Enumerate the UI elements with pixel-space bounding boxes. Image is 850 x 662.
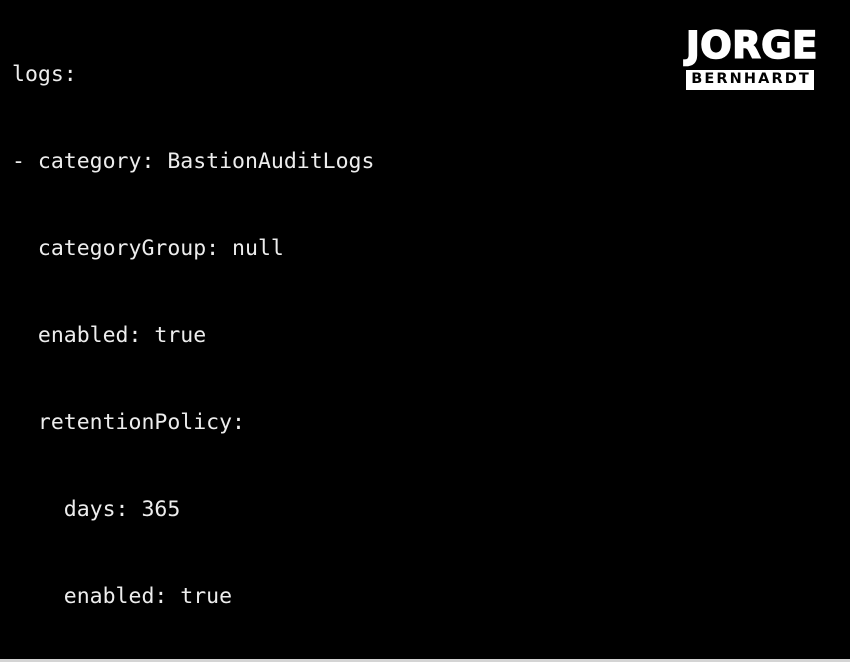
output-line: categoryGroup: null (12, 236, 284, 261)
terminal-window[interactable]: logs: - category: BastionAuditLogs categ… (0, 0, 850, 662)
terminal-output-text: logs: - category: BastionAuditLogs categ… (12, 2, 850, 662)
logo-secondary-wordmark: BERNHARDT (691, 71, 811, 87)
output-line: - category: BastionAuditLogs (12, 149, 375, 174)
output-line: enabled: true (12, 584, 233, 609)
output-line: retentionPolicy: (12, 410, 245, 435)
logo-secondary-bar: BERNHARDT (686, 70, 814, 90)
output-line: enabled: true (12, 323, 207, 348)
output-line: days: 365 (12, 497, 181, 522)
logo-primary-wordmark: JORGE (685, 24, 818, 67)
watermark-logo: JORGE BERNHARDT (685, 24, 818, 90)
